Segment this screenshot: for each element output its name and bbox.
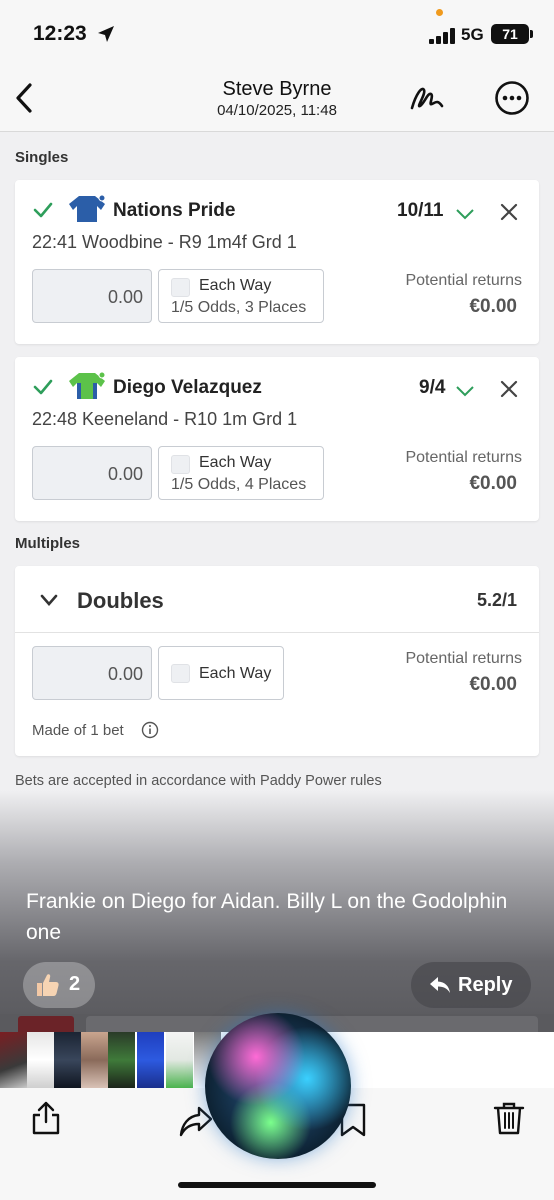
privacy-indicator-dot xyxy=(436,9,443,16)
each-way-checkbox[interactable] xyxy=(171,664,190,683)
battery-tip xyxy=(530,30,533,38)
reaction-count: 2 xyxy=(69,973,81,995)
stake-value: 0.00 xyxy=(107,287,143,307)
thumbs-up-icon xyxy=(37,974,59,996)
each-way-label: Each Way xyxy=(199,454,272,471)
each-way-terms: 1/5 Odds, 4 Places xyxy=(171,476,307,493)
signal-icon xyxy=(429,28,455,44)
trash-icon[interactable] xyxy=(492,1100,526,1136)
reaction-pill[interactable]: 2 xyxy=(23,962,95,1008)
location-arrow-icon xyxy=(98,26,114,42)
odds-value[interactable]: 9/4 xyxy=(419,377,445,399)
doubles-card: Doubles 5.2/1 0.00 Each Way Potential re… xyxy=(15,566,539,756)
nav-bar: Steve Byrne 04/10/2025, 11:48 xyxy=(0,70,554,132)
thumbnail-blank xyxy=(350,1032,554,1088)
potential-returns-value: €0.00 xyxy=(469,674,517,695)
close-icon[interactable] xyxy=(499,202,519,222)
each-way-toggle[interactable]: Each Way 1/5 Odds, 3 Places xyxy=(158,269,324,323)
share-icon[interactable] xyxy=(29,1100,63,1136)
jockey-silk-icon xyxy=(69,371,106,399)
made-of-bets: Made of 1 bet xyxy=(32,722,124,739)
stake-input[interactable]: 0.00 xyxy=(32,446,152,500)
singles-heading: Singles xyxy=(15,149,69,166)
reply-arrow-icon xyxy=(430,977,450,993)
thumbnail[interactable] xyxy=(27,1032,54,1088)
stake-value: 0.00 xyxy=(107,664,143,684)
close-icon[interactable] xyxy=(499,379,519,399)
check-icon[interactable] xyxy=(31,198,55,222)
thumbnail[interactable] xyxy=(0,1032,27,1088)
single-bet-card: Nations Pride 10/11 22:41 Woodbine - R9 … xyxy=(15,180,539,344)
selection-name: Diego Velazquez xyxy=(113,377,262,398)
selection-name: Nations Pride xyxy=(113,200,236,221)
status-bar: 12:23 5G 71 xyxy=(0,0,554,70)
potential-returns-label: Potential returns xyxy=(405,650,522,667)
doubles-odds: 5.2/1 xyxy=(476,590,517,610)
potential-returns-label: Potential returns xyxy=(405,272,522,289)
each-way-terms: 1/5 Odds, 3 Places xyxy=(171,299,307,316)
info-icon[interactable] xyxy=(141,721,159,739)
siri-orb[interactable] xyxy=(205,1013,351,1159)
status-time: 12:23 xyxy=(33,22,87,45)
each-way-label: Each Way xyxy=(199,665,272,682)
chevron-down-icon[interactable] xyxy=(39,592,59,608)
doubles-label[interactable]: Doubles xyxy=(77,588,164,614)
each-way-checkbox[interactable] xyxy=(171,455,190,474)
check-icon[interactable] xyxy=(31,375,55,399)
potential-returns-label: Potential returns xyxy=(405,449,522,466)
jockey-silk-icon xyxy=(69,194,106,222)
thumbnail[interactable] xyxy=(166,1032,193,1088)
potential-returns-value: €0.00 xyxy=(469,296,517,317)
more-icon[interactable] xyxy=(494,80,530,116)
odds-value[interactable]: 10/11 xyxy=(397,200,444,222)
message-caption: Frankie on Diego for Aidan. Billy L on t… xyxy=(26,890,508,944)
nav-subtitle: 04/10/2025, 11:48 xyxy=(217,102,337,119)
markup-icon[interactable] xyxy=(408,82,446,114)
each-way-label: Each Way xyxy=(199,277,272,294)
reply-label: Reply xyxy=(458,974,513,996)
each-way-toggle[interactable]: Each Way xyxy=(158,646,284,700)
stake-value: 0.00 xyxy=(107,464,143,484)
each-way-toggle[interactable]: Each Way 1/5 Odds, 4 Places xyxy=(158,446,324,500)
network-type: 5G xyxy=(461,25,484,44)
chevron-down-icon[interactable] xyxy=(455,207,475,221)
multiples-heading: Multiples xyxy=(15,535,81,552)
reply-button[interactable]: Reply xyxy=(411,962,531,1008)
chevron-down-icon[interactable] xyxy=(455,384,475,398)
stake-input[interactable]: 0.00 xyxy=(32,269,152,323)
thumbnail[interactable] xyxy=(54,1032,81,1088)
each-way-checkbox[interactable] xyxy=(171,278,190,297)
divider xyxy=(15,632,539,633)
battery-icon: 71 xyxy=(491,24,529,44)
stake-input[interactable]: 0.00 xyxy=(32,646,152,700)
single-bet-card: Diego Velazquez 9/4 22:48 Keeneland - R1… xyxy=(15,357,539,521)
potential-returns-value: €0.00 xyxy=(469,473,517,494)
home-indicator[interactable] xyxy=(178,1182,376,1188)
thumbnail[interactable] xyxy=(81,1032,108,1088)
thumbnail[interactable] xyxy=(108,1032,135,1088)
race-info: 22:41 Woodbine - R9 1m4f Grd 1 xyxy=(32,232,297,252)
nav-title: Steve Byrne xyxy=(222,78,332,100)
race-info: 22:48 Keeneland - R10 1m Grd 1 xyxy=(32,409,298,429)
thumbnail[interactable] xyxy=(137,1032,164,1088)
rules-note: Bets are accepted in accordance with Pad… xyxy=(15,773,382,789)
